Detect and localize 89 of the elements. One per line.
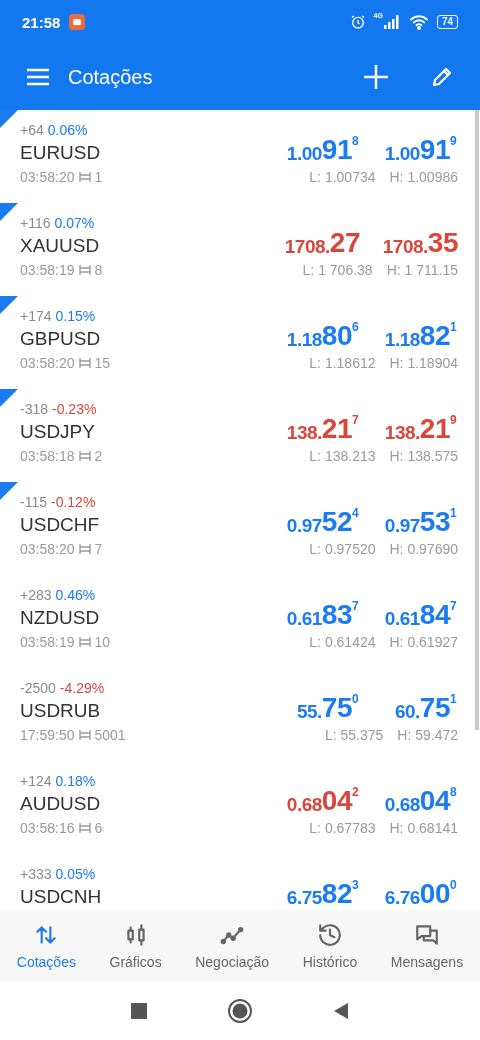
nav-tab[interactable]: Negociação <box>193 918 272 974</box>
high-price: H: 1.18904 <box>389 355 458 371</box>
quote-time: 03:58:19 <box>20 634 75 650</box>
spread-value: 6 <box>94 820 103 836</box>
low-price: L: 55.375 <box>324 727 384 743</box>
high-price: H: 0.68141 <box>389 820 458 836</box>
change-points: +333 <box>20 866 52 882</box>
change-percent: 0.06% <box>47 122 88 138</box>
symbol: USDJPY <box>20 421 96 443</box>
symbol: USDRUB <box>20 700 102 722</box>
nav-tab[interactable]: Histórico <box>300 918 360 974</box>
quote-row[interactable]: +116 0.07% XAUUSD 03:58:19 8 1708.27 1708.35 L: 1 706.38 H: 1 711.15 <box>0 203 480 296</box>
symbol: XAUUSD <box>20 235 101 257</box>
change-points: +116 <box>20 215 51 231</box>
low-price: L: 0.67783 <box>309 820 376 836</box>
low-price: L: 1.18612 <box>309 355 376 371</box>
quote-time: 17:59:50 <box>20 727 75 743</box>
nav-tab[interactable]: Cotações <box>14 918 78 974</box>
quote-time: 03:58:16 <box>20 820 75 836</box>
symbol: USDCNH <box>20 886 102 908</box>
spread-value: 2 <box>94 448 103 464</box>
change-points: -2500 <box>20 680 56 696</box>
quote-time: 03:58:20 <box>20 541 75 557</box>
recording-icon <box>68 13 87 31</box>
nav-tab[interactable]: Gráficos <box>107 918 164 974</box>
change-percent: 0.18% <box>55 773 96 789</box>
spread-icon <box>78 264 91 276</box>
symbol: EURUSD <box>20 142 102 164</box>
change-points: +283 <box>20 587 52 603</box>
spread-icon <box>78 450 91 462</box>
spread-icon <box>78 729 91 741</box>
spread-icon <box>78 822 91 834</box>
back-button[interactable] <box>333 1002 349 1020</box>
change-percent: 0.05% <box>55 866 96 882</box>
high-price: H: 59.472 <box>397 727 458 743</box>
change-percent: 0.46% <box>55 587 96 603</box>
screen-title: Cotações <box>68 65 154 89</box>
change-points: +124 <box>20 773 52 789</box>
wifi-icon <box>408 14 429 30</box>
low-price: L: 1 706.38 <box>302 262 373 278</box>
spread-icon <box>78 171 91 183</box>
change-percent: 0.07% <box>54 215 95 231</box>
quote-time: 03:58:18 <box>20 448 75 464</box>
spread-value: 1 <box>94 169 103 185</box>
spread-value: 8 <box>94 262 103 278</box>
clock: 21:58 <box>22 13 61 31</box>
home-button[interactable] <box>227 998 253 1024</box>
spread-value: 7 <box>94 541 103 557</box>
price: 1708.35 <box>381 227 458 259</box>
change-percent: -4.29% <box>59 680 105 696</box>
high-price: H: 0.97690 <box>389 541 458 557</box>
spread-value: 10 <box>94 634 111 650</box>
change-points: -318 <box>20 401 49 417</box>
history-icon <box>316 922 343 948</box>
change-points: -115 <box>20 494 47 510</box>
menu-icon <box>26 67 50 87</box>
plus-icon <box>362 63 390 91</box>
high-price: H: 0.61927 <box>389 634 458 650</box>
alarm-icon <box>349 14 366 30</box>
change-percent: 0.15% <box>55 308 96 324</box>
pencil-icon <box>430 65 454 89</box>
change-points: +174 <box>20 308 52 324</box>
spread-value: 15 <box>94 355 111 371</box>
spread-value: 5001 <box>94 727 126 743</box>
chat-bubbles-icon <box>413 922 440 948</box>
high-price: H: 138.575 <box>389 448 458 464</box>
low-price: L: 0.61424 <box>309 634 376 650</box>
spread-icon <box>78 357 91 369</box>
spread-icon <box>78 636 91 648</box>
symbol: AUDUSD <box>20 793 102 815</box>
change-percent: -0.23% <box>52 401 97 417</box>
change-percent: -0.12% <box>51 494 96 510</box>
symbol: USDCHF <box>20 514 101 536</box>
quote-time: 03:58:20 <box>20 169 75 185</box>
nav-tab[interactable]: Mensagens <box>388 918 466 974</box>
quote-time: 03:58:19 <box>20 262 75 278</box>
change-points: +64 <box>20 122 44 138</box>
spread-icon <box>78 543 91 555</box>
low-price: L: 0.97520 <box>309 541 376 557</box>
high-price: H: 1 711.15 <box>386 262 458 278</box>
high-price: H: 1.00986 <box>389 169 458 185</box>
signal-icon <box>382 15 401 29</box>
quote-time: 03:58:20 <box>20 355 75 371</box>
symbol: NZDUSD <box>20 607 101 629</box>
low-price: L: 1.00734 <box>309 169 376 185</box>
price: 1708.27 <box>283 227 360 259</box>
battery-level: 74 <box>436 15 458 29</box>
symbol: GBPUSD <box>20 328 102 350</box>
low-price: L: 138.213 <box>309 448 376 464</box>
